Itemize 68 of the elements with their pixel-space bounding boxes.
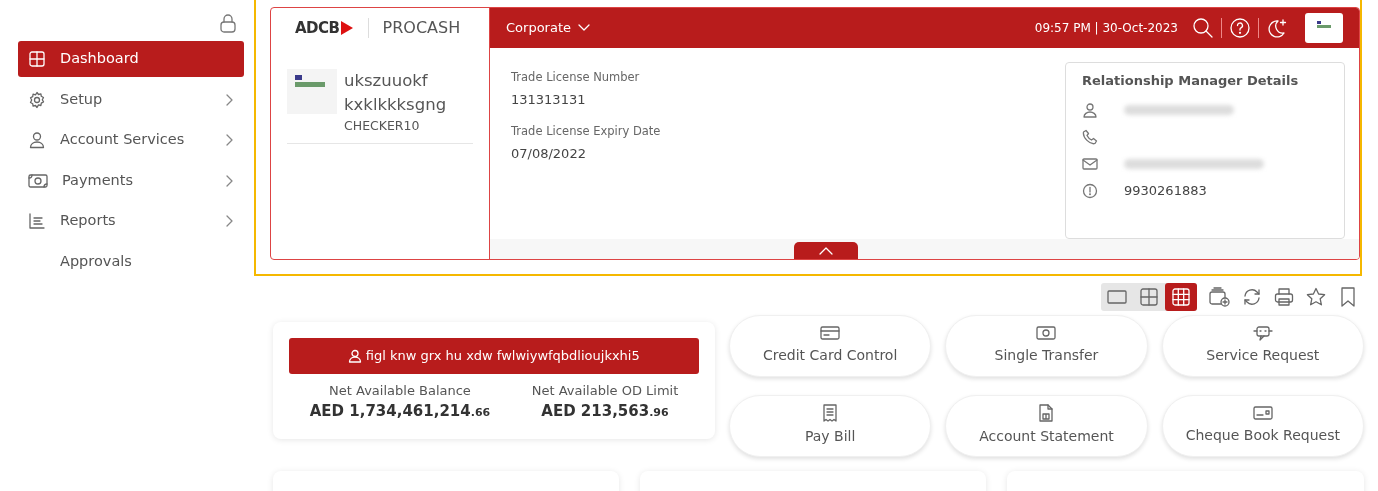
- refresh-icon[interactable]: [1242, 287, 1262, 307]
- grid-view-icon: [1172, 288, 1190, 306]
- cheque-icon: [1252, 405, 1273, 421]
- sidebar-item[interactable]: Account Services: [18, 122, 244, 158]
- person-icon: [348, 348, 363, 363]
- star-icon[interactable]: [1306, 287, 1326, 307]
- quick-action[interactable]: Account Statement: [945, 394, 1148, 457]
- balance-label: Net Available OD Limit: [530, 381, 680, 400]
- sidebar-item[interactable]: Payments: [18, 162, 244, 199]
- user-name: kxklkkksgng: [344, 93, 447, 116]
- bookmark-icon[interactable]: [1340, 287, 1356, 307]
- product-name: PROCASH: [382, 17, 461, 39]
- balance-label: Net Available Balance: [328, 381, 472, 400]
- receipt-icon: [822, 404, 839, 422]
- person-icon: [28, 131, 46, 149]
- rm-number: 9930261883: [1124, 182, 1207, 201]
- document-icon: [1038, 404, 1055, 422]
- bank-logo: ADCB: [295, 16, 354, 40]
- phone-icon: [1082, 129, 1098, 145]
- search-icon[interactable]: [1192, 17, 1214, 39]
- field-value: 131313131: [511, 90, 587, 109]
- person-icon: [1082, 102, 1098, 118]
- chevron-up-icon: [819, 246, 833, 255]
- sidebar-item[interactable]: Dashboard: [18, 41, 244, 77]
- banknote-icon: [28, 172, 48, 189]
- report-icon: [28, 212, 46, 230]
- quick-action[interactable]: Cheque Book Request: [1161, 394, 1364, 457]
- field-label: Trade License Number: [511, 69, 641, 86]
- chevron-right-icon: [224, 92, 234, 107]
- chevron-right-icon: [224, 133, 234, 147]
- info-icon: [1082, 183, 1098, 199]
- lock-icon[interactable]: [219, 12, 237, 34]
- sidebar-item[interactable]: Reports: [18, 203, 244, 239]
- user-name: ukszuuokf: [344, 70, 429, 92]
- field-value: 07/08/2022: [511, 145, 587, 163]
- user-role: CHECKER10: [344, 116, 421, 135]
- mail-icon: [1082, 157, 1098, 171]
- section-title: Relationship Manager Details: [1082, 72, 1300, 90]
- profile-thumbnail[interactable]: [1305, 13, 1343, 43]
- quick-action[interactable]: Credit Card Control: [729, 314, 932, 377]
- date-time: 09:57 PM | 30-Oct-2023: [1034, 20, 1178, 37]
- banknote-icon: [1036, 325, 1057, 341]
- quick-action[interactable]: Single Transfer: [945, 314, 1148, 377]
- balance-amount: AED 1,734,461,214.66: [308, 401, 492, 422]
- sidebar-item[interactable]: Approvals: [18, 243, 244, 280]
- quick-action[interactable]: Service Request: [1161, 314, 1364, 377]
- moon-icon[interactable]: [1266, 17, 1288, 39]
- collapse-button[interactable]: [794, 242, 858, 259]
- quad-view-icon: [1140, 288, 1158, 306]
- chevron-right-icon: [224, 173, 234, 188]
- sidebar-item[interactable]: Setup: [18, 81, 244, 118]
- chevron-right-icon: [224, 214, 234, 228]
- profile-picture: [287, 69, 337, 114]
- account-button[interactable]: figl knw grx hu xdw fwlwiywfqbdlioujkxhi5: [289, 337, 699, 374]
- help-icon[interactable]: [1229, 17, 1251, 39]
- chevron-down-icon: [578, 24, 590, 32]
- grid-icon: [28, 50, 46, 68]
- print-icon[interactable]: [1274, 287, 1294, 307]
- card-icon: [820, 325, 841, 341]
- add-widget-icon[interactable]: [1209, 287, 1231, 307]
- balance-amount: AED 213,563.96: [540, 401, 670, 422]
- gear-icon: [28, 90, 46, 109]
- quick-action[interactable]: Pay Bill: [729, 394, 932, 457]
- corporate-dropdown[interactable]: Corporate: [506, 18, 590, 38]
- support-robot-icon: [1252, 325, 1273, 341]
- field-label: Trade License Expiry Date: [511, 123, 661, 141]
- view-option[interactable]: [1165, 283, 1197, 311]
- single-view-icon: [1107, 290, 1127, 304]
